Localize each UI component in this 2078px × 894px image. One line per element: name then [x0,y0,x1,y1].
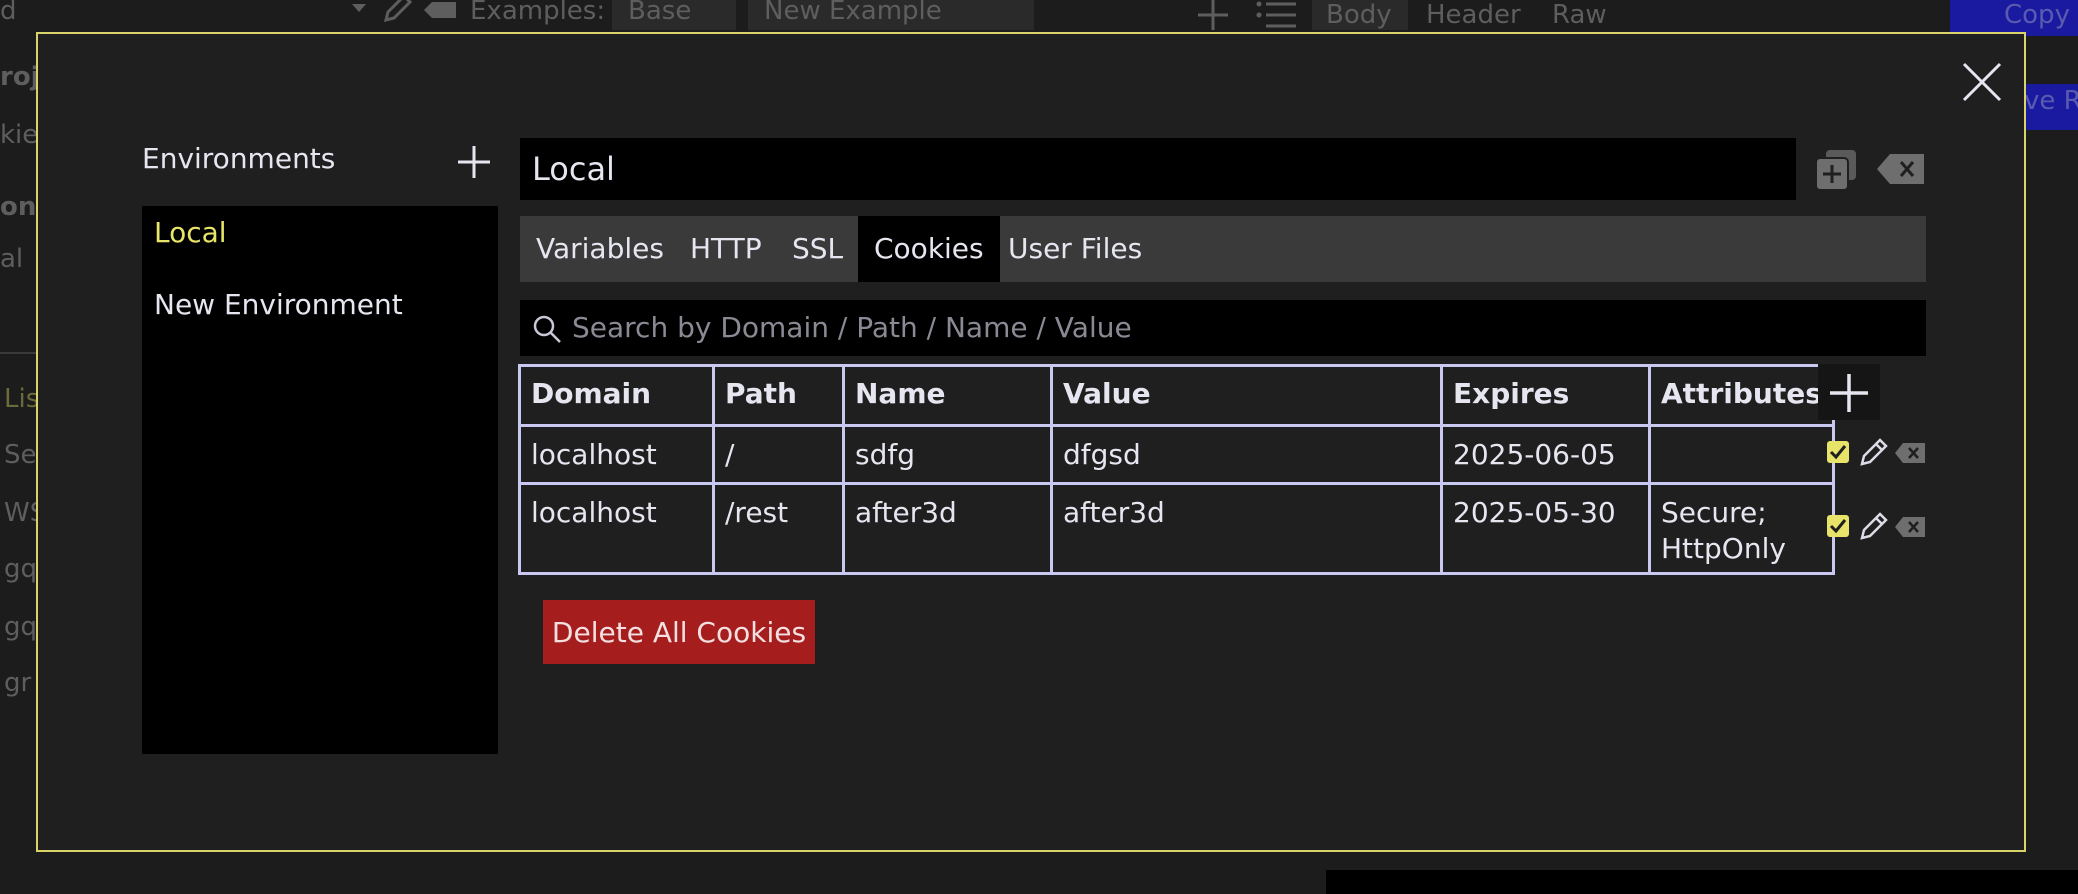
save-button[interactable]: ve R [2024,84,2078,130]
cell-path: / [712,424,845,485]
chevron-down-icon [350,2,368,14]
bg-panel [1326,870,2078,894]
add-environment-button[interactable] [456,144,492,180]
pencil-icon [1860,438,1888,466]
plus-icon [458,146,490,178]
attribute-line: HttpOnly [1661,532,1786,565]
cell-expires: 2025-06-05 [1440,424,1651,485]
example-tab-base[interactable]: Base [612,0,736,30]
column-header-expires: Expires [1440,364,1651,427]
delete-icon [1895,517,1925,537]
bg-fragment: gq [4,612,38,642]
bg-fragment: kie [0,120,39,150]
cell-attributes [1648,424,1835,485]
bg-fragment: Lis [4,384,40,414]
bg-fragment: gq [4,554,38,584]
divider [0,352,40,354]
tab-raw[interactable]: Raw [1552,0,1607,30]
list-icon [1256,0,1296,30]
cell-value: after3d [1050,482,1443,575]
attribute-line: Secure; [1661,496,1767,529]
examples-label: Examples: [470,0,606,26]
bg-fragment: al [0,244,24,274]
pencil-icon [1860,512,1888,540]
plus-icon [1830,374,1868,412]
cell-expires: 2025-05-30 [1440,482,1651,575]
tab-cookies[interactable]: Cookies [858,216,1000,282]
tab-http[interactable]: HTTP [690,216,762,282]
environment-item-local[interactable]: Local [154,216,227,249]
cell-path: /rest [712,482,845,575]
plus-icon [1196,0,1230,30]
checkbox-checked-icon [1827,515,1849,537]
environments-modal: Environments Local New Environment Local… [36,32,2026,852]
copy-button[interactable]: Copy [1950,0,2078,36]
cell-value: dfgsd [1050,424,1443,485]
environment-item-new-environment[interactable]: New Environment [154,288,403,321]
delete-cookie-button[interactable] [1894,516,1926,542]
close-icon[interactable] [1960,60,2004,104]
bg-fragment: roj [0,62,40,92]
column-header-value: Value [1050,364,1443,427]
edit-cookie-button[interactable] [1858,510,1890,546]
cell-name: after3d [842,482,1053,575]
cell-attributes: Secure; HttpOnly [1648,482,1835,575]
bg-fragment: Se [4,440,37,470]
bg-fragment: gr [4,668,32,698]
search-icon [533,315,561,343]
column-header-attributes: Attributes [1648,364,1835,427]
tab-user-files[interactable]: User Files [1008,216,1142,282]
column-header-domain: Domain [518,364,715,427]
table-header-row: Domain Path Name Value Expires Attribute… [518,364,1835,427]
table-row: localhost / sdfg dfgsd 2025-06-05 [518,424,1835,485]
cookies-table: Domain Path Name Value Expires Attribute… [518,364,1835,575]
bg-fragment: on [0,192,37,222]
duplicate-icon [1815,150,1856,191]
delete-cookie-button[interactable] [1894,442,1926,468]
checkbox-checked-icon [1827,441,1849,463]
tab-ssl[interactable]: SSL [792,216,843,282]
example-tab-new-example[interactable]: New Example [748,0,1034,30]
column-header-name: Name [842,364,1053,427]
tab-body[interactable]: Body [1312,0,1408,30]
delete-environment-button[interactable] [1876,152,1926,190]
edit-cookie-button[interactable] [1858,436,1890,472]
environments-heading: Environments [142,142,336,175]
delete-icon [1877,154,1924,184]
duplicate-environment-button[interactable] [1814,148,1858,196]
environment-name-input[interactable]: Local [520,138,1796,200]
tab-variables[interactable]: Variables [536,216,664,282]
cell-name: sdfg [842,424,1053,485]
cell-domain: localhost [518,424,715,485]
search-placeholder: Search by Domain / Path / Name / Value [572,311,1132,344]
cookie-enabled-checkbox[interactable] [1826,440,1850,468]
environment-tabs: Variables HTTP SSL Cookies User Files [520,216,1926,282]
tab-header[interactable]: Header [1426,0,1521,30]
bg-fragment: d [0,0,17,26]
cookie-enabled-checkbox[interactable] [1826,514,1850,542]
delete-all-cookies-button[interactable]: Delete All Cookies [543,600,815,664]
table-row: localhost /rest after3d after3d 2025-05-… [518,482,1835,575]
delete-icon [424,0,458,20]
delete-icon [1895,443,1925,463]
cell-domain: localhost [518,482,715,575]
cookie-search-input[interactable]: Search by Domain / Path / Name / Value [520,300,1926,356]
environment-list: Local New Environment [142,206,498,754]
pencil-icon [382,0,412,22]
column-header-path: Path [712,364,845,427]
add-cookie-button[interactable] [1818,364,1880,420]
